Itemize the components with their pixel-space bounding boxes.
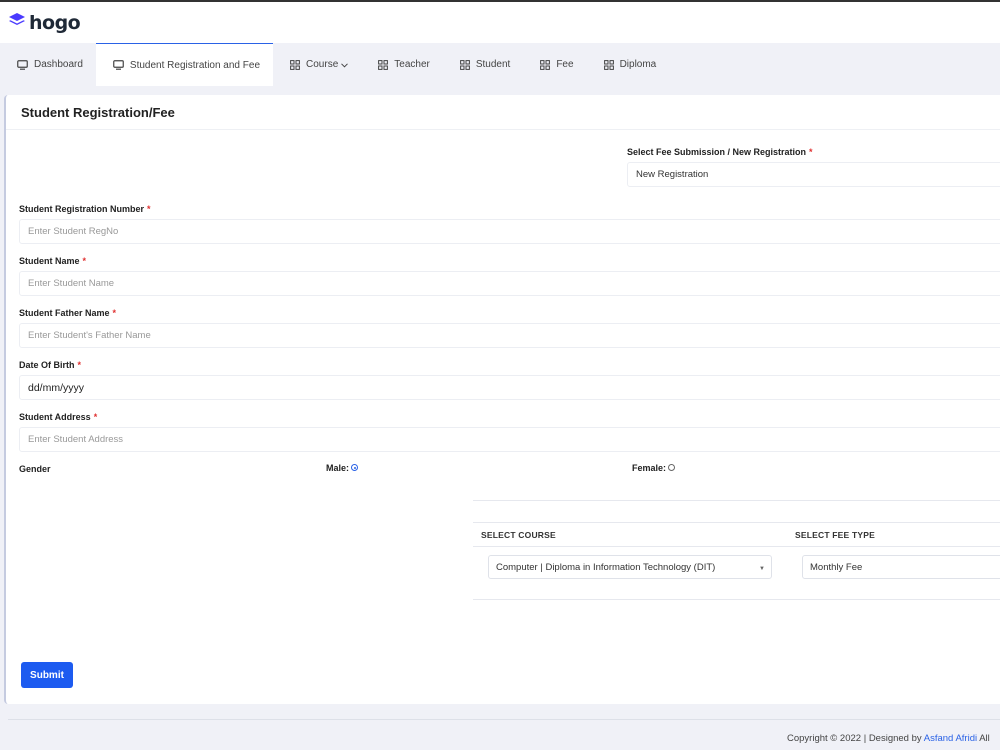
grid-icon — [378, 59, 389, 70]
nav-item-label: Diploma — [619, 59, 657, 70]
select-course-header: SELECT COURSE — [481, 530, 556, 540]
divider — [473, 500, 1000, 501]
layers-icon — [8, 11, 26, 34]
fee-type-select[interactable]: Monthly Fee — [802, 555, 1000, 579]
nav-item-label: Dashboard — [34, 59, 83, 70]
nav-item-label: Fee — [556, 59, 574, 70]
footer-divider — [8, 719, 1000, 720]
nav-item-label: Teacher — [394, 59, 430, 70]
address-input[interactable]: Enter Student Address — [19, 427, 1000, 452]
footer: Copyright © 2022 | Designed by Asfand Af… — [787, 733, 990, 744]
father-name-label: Student Father Name * — [19, 308, 117, 318]
student-name-label: Student Name * — [19, 256, 87, 266]
monitor-icon — [113, 60, 124, 70]
reg-no-input[interactable]: Enter Student RegNo — [19, 219, 1000, 244]
nav-item-diploma[interactable]: Diploma — [587, 43, 670, 86]
grid-icon — [459, 59, 470, 70]
caret-down-icon: ▼ — [759, 566, 765, 572]
nav-item-student-registration[interactable]: Student Registration and Fee — [95, 43, 274, 86]
grid-icon — [290, 59, 300, 70]
select-fee-type-header: SELECT FEE TYPE — [795, 530, 875, 540]
student-name-input[interactable]: Enter Student Name — [19, 271, 1000, 296]
nav-item-label: Student Registration and Fee — [129, 59, 261, 71]
top-bar: hogo — [0, 0, 1000, 43]
divider — [473, 522, 1000, 523]
brand-logo[interactable]: hogo — [8, 11, 81, 34]
dob-input[interactable]: dd/mm/yyyy — [19, 375, 1000, 400]
course-select[interactable]: Computer | Diploma in Information Techno… — [488, 555, 772, 579]
submission-type-label: Select Fee Submission / New Registration… — [627, 147, 813, 157]
nav-item-label: Course — [306, 59, 339, 70]
gender-label: Gender — [19, 464, 51, 474]
submit-button[interactable]: Submit — [21, 662, 73, 688]
nav-item-label: Student — [475, 59, 511, 70]
divider — [6, 129, 1000, 130]
page-title: Student Registration/Fee — [21, 105, 175, 120]
brand-name: hogo — [29, 11, 81, 34]
chevron-down-icon — [341, 60, 349, 70]
registration-card: Student Registration/Fee Select Fee Subm… — [4, 95, 1000, 704]
dob-label: Date Of Birth * — [19, 360, 82, 370]
gender-female-option[interactable]: Female: — [632, 463, 676, 473]
main-nav: Dashboard Student Registration and Fee C… — [0, 43, 1000, 86]
reg-no-label: Student Registration Number * — [19, 204, 151, 214]
divider — [473, 599, 1000, 600]
author-link[interactable]: Asfand Afridi — [924, 733, 977, 744]
male-radio[interactable] — [351, 464, 359, 472]
nav-item-course[interactable]: Course — [273, 43, 361, 86]
grid-icon — [540, 59, 551, 70]
monitor-icon — [17, 59, 28, 70]
submission-type-select[interactable]: New Registration — [627, 162, 1000, 187]
divider — [473, 546, 1000, 547]
grid-icon — [603, 59, 614, 70]
nav-item-teacher[interactable]: Teacher — [361, 43, 443, 86]
nav-item-fee[interactable]: Fee — [523, 43, 586, 86]
nav-item-dashboard[interactable]: Dashboard — [0, 43, 96, 86]
nav-item-student[interactable]: Student — [443, 43, 523, 86]
father-name-input[interactable]: Enter Student's Father Name — [19, 323, 1000, 348]
female-radio[interactable] — [668, 464, 676, 472]
gender-male-option[interactable]: Male: — [326, 463, 359, 473]
address-label: Student Address * — [19, 412, 98, 422]
